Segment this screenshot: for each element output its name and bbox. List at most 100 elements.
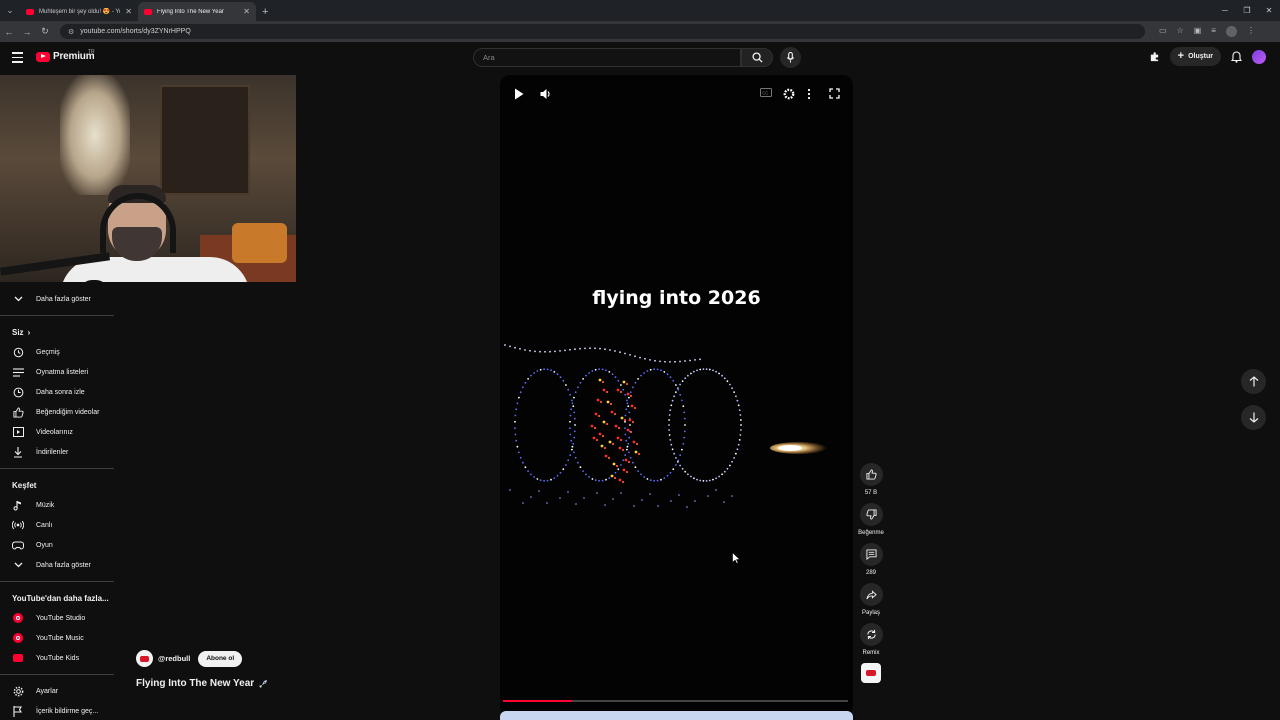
history-icon [12, 347, 24, 358]
remix-button[interactable] [859, 623, 883, 646]
search-button[interactable] [741, 48, 773, 67]
extensions-icon[interactable]: ▣ [1194, 26, 1202, 37]
comment-count: 289 [865, 570, 876, 576]
share-action[interactable]: Paylaş [852, 583, 890, 616]
settings-gear-icon [12, 686, 24, 697]
rocket-emoji-icon [259, 679, 268, 688]
fullscreen-button[interactable] [829, 88, 840, 99]
show-more-button[interactable]: Daha fazla göster [0, 289, 120, 309]
new-tab-button[interactable]: + [262, 2, 268, 21]
minimize-icon[interactable]: ─ [1214, 0, 1236, 21]
sidebar-item-label: Oynatma listeleri [36, 368, 89, 376]
remix-action[interactable]: Remix [852, 623, 890, 656]
show-more-explore-button[interactable]: Daha fazla göster [0, 555, 120, 575]
sidebar-item-label: Canlı [36, 521, 53, 529]
comments-button[interactable] [859, 543, 883, 566]
browser-tab-2[interactable]: Flying Into The New Year ✕ [138, 2, 256, 21]
dislike-action[interactable]: Beğenme [852, 503, 890, 536]
browser-profile-icon[interactable] [1225, 26, 1237, 37]
account-avatar[interactable] [1252, 49, 1266, 64]
like-icon [12, 406, 24, 418]
like-action[interactable]: 57 B [852, 463, 890, 496]
subscribe-button[interactable]: Abone ol [198, 650, 243, 667]
create-button[interactable]: + Oluştur [1169, 47, 1221, 66]
sidebar-item-downloads[interactable]: İndirilenler [0, 442, 120, 462]
country-code: TR [88, 49, 95, 55]
dislike-button[interactable] [859, 503, 883, 526]
previous-short-button[interactable] [1241, 369, 1266, 394]
search-input[interactable]: Ara [473, 48, 741, 67]
extension-puzzle-icon[interactable] [1149, 51, 1160, 62]
sidebar-item-youtube-studio[interactable]: YouTube Studio [0, 608, 120, 628]
like-button[interactable] [859, 463, 883, 486]
menu-icon[interactable] [12, 52, 23, 66]
sidebar-item-label: Videolarınız [36, 428, 73, 436]
sidebar-item-watch-later[interactable]: Daha sonra izle [0, 382, 120, 402]
settings-button[interactable] [783, 88, 795, 100]
comments-action[interactable]: 289 [852, 543, 890, 576]
header-actions: + Oluştur [1149, 47, 1266, 66]
video-progress-bar[interactable] [503, 700, 848, 702]
reading-list-icon[interactable]: ≡ [1211, 26, 1216, 37]
volume-button[interactable] [540, 88, 552, 100]
close-window-icon[interactable]: ✕ [1258, 0, 1280, 21]
sidebar-item-report-history[interactable]: İçerik bildirme geç... [0, 701, 120, 720]
play-button[interactable] [514, 88, 524, 100]
share-icon [865, 589, 877, 599]
channel-name[interactable]: @redbull [158, 654, 190, 663]
sidebar-item-label: Geçmiş [36, 348, 60, 356]
sidebar-item-settings[interactable]: Ayarlar [0, 681, 120, 701]
svg-text:CC: CC [762, 90, 768, 95]
browser-tab-1[interactable]: Muhteşem bir şey oldu! 😍 - YouTube ✕ [20, 2, 138, 21]
sound-thumbnail[interactable] [861, 663, 881, 683]
shorts-player[interactable]: CC flying into 2026 [500, 75, 853, 716]
sidebar-item-label: İndirilenler [36, 448, 69, 456]
sidebar-item-youtube-kids[interactable]: YouTube Kids [0, 648, 120, 668]
sidebar-item-playlists[interactable]: Oynatma listeleri [0, 362, 120, 382]
more-section-title: YouTube'dan daha fazla... [12, 593, 109, 603]
sidebar-item-gaming[interactable]: Oyun [0, 535, 120, 555]
browser-menu-icon[interactable]: ⋮ [1247, 26, 1255, 37]
chevron-down-icon [12, 562, 24, 568]
voice-search-button[interactable] [780, 47, 801, 68]
bookshelf [160, 85, 250, 195]
sidebar-item-history[interactable]: Geçmiş [0, 342, 120, 362]
site-info-icon[interactable]: ⚙ [68, 28, 74, 36]
comment-icon [865, 549, 877, 560]
chevron-down-icon [12, 296, 24, 302]
sidebar-item-label: Müzik [36, 501, 55, 509]
channel-avatar[interactable] [136, 650, 153, 667]
thumbs-down-icon [865, 509, 877, 520]
short-title-text: Flying Into The New Year [136, 678, 255, 689]
you-section-header[interactable]: Siz › [0, 322, 120, 342]
back-icon[interactable]: ← [0, 27, 18, 37]
browser-actions: ▭ ☆ ▣ ≡ ⋮ [1159, 26, 1255, 37]
maximize-icon[interactable]: ❐ [1236, 0, 1258, 21]
sidebar-item-live[interactable]: Canlı [0, 515, 120, 535]
captions-button[interactable]: CC [760, 88, 772, 97]
sidebar-item-liked-videos[interactable]: Beğendiğim videolar [0, 402, 120, 422]
sidebar-item-your-videos[interactable]: Videolarınız [0, 422, 120, 442]
sidebar-item-label: YouTube Music [36, 634, 84, 642]
youtube-favicon-icon [26, 8, 34, 15]
next-short-preview[interactable] [500, 711, 853, 720]
reload-icon[interactable]: ↻ [36, 26, 54, 37]
install-icon[interactable]: ▭ [1159, 26, 1167, 37]
next-short-button[interactable] [1241, 405, 1266, 430]
sidebar-item-label: İçerik bildirme geç... [36, 707, 99, 715]
url-text: youtube.com/shorts/dy3ZYNrHPPQ [80, 28, 191, 35]
forward-icon[interactable]: → [18, 27, 36, 37]
close-tab-icon[interactable]: ✕ [125, 7, 132, 16]
tab-search-icon[interactable]: ⌄ [0, 0, 20, 21]
youtube-premium-logo[interactable]: Premium TR [36, 49, 95, 62]
sidebar-item-music[interactable]: Müzik [0, 495, 120, 515]
notifications-bell-icon[interactable] [1231, 50, 1242, 63]
you-section-title: Siz [12, 327, 24, 337]
bookmark-star-icon[interactable]: ☆ [1177, 26, 1184, 37]
close-tab-icon[interactable]: ✕ [243, 7, 250, 16]
sidebar-item-youtube-music[interactable]: YouTube Music [0, 628, 120, 648]
share-button[interactable] [859, 583, 883, 606]
address-bar[interactable]: ⚙ youtube.com/shorts/dy3ZYNrHPPQ [60, 24, 1145, 39]
more-options-button[interactable] [807, 88, 811, 100]
sidebar-item-label: YouTube Kids [36, 654, 80, 662]
